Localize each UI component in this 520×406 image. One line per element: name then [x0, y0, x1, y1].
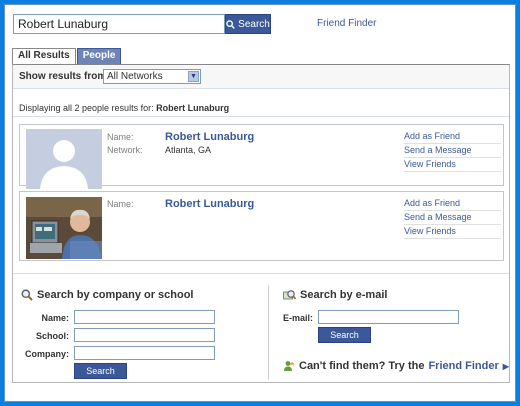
result-actions: Add as Friend Send a Message View Friend… [404, 197, 501, 239]
search-results-panel: Search Friend Finder All Results People … [4, 4, 516, 402]
results-summary-query: Robert Lunaburg [156, 103, 230, 113]
add-friend-link[interactable]: Add as Friend [404, 197, 501, 211]
company-search-title-text: Search by company or school [37, 289, 194, 301]
cant-find-message: Can't find them? Try the Friend Finder ▶ [283, 360, 509, 372]
network-select-value: All Networks [107, 71, 163, 82]
view-friends-link[interactable]: View Friends [404, 225, 501, 239]
vertical-divider [268, 285, 269, 380]
company-search-button-label: Search [86, 366, 115, 376]
results-content: Show results from All Networks ▼ Display… [12, 64, 510, 383]
email-search-title-text: Search by e-mail [300, 289, 388, 301]
result-actions: Add as Friend Send a Message View Friend… [404, 130, 501, 172]
add-friend-link[interactable]: Add as Friend [404, 130, 501, 144]
name-field-label: Name: [41, 313, 69, 323]
magnifier-icon [21, 289, 33, 301]
friend-finder-bottom-link[interactable]: Friend Finder [428, 360, 498, 372]
network-select[interactable]: All Networks ▼ [103, 69, 201, 84]
send-message-link[interactable]: Send a Message [404, 211, 501, 225]
network-value: Atlanta, GA [165, 145, 212, 155]
name-label: Name: [107, 132, 134, 142]
name-label: Name: [107, 199, 134, 209]
chevron-down-icon: ▼ [188, 71, 199, 82]
search-button[interactable]: Search [225, 14, 271, 34]
divider [13, 116, 509, 117]
company-search-button[interactable]: Search [74, 363, 127, 379]
result-fields: Name: Robert Lunaburg [107, 198, 254, 211]
result-card: Name: Robert Lunaburg Network: Atlanta, … [19, 124, 504, 189]
filter-bar: Show results from All Networks ▼ [13, 65, 509, 89]
result-name-link[interactable]: Robert Lunaburg [165, 198, 254, 211]
results-summary: Displaying all 2 people results for: Rob… [19, 103, 229, 113]
email-field-label: E-mail: [282, 313, 313, 323]
name-field[interactable] [74, 310, 215, 324]
view-friends-link[interactable]: View Friends [404, 158, 501, 172]
profile-photo[interactable] [26, 197, 102, 259]
email-search-button[interactable]: Search [318, 327, 371, 343]
email-field[interactable] [318, 310, 459, 324]
divider [13, 273, 509, 274]
company-field-label: Company: [24, 349, 69, 359]
result-card: Name: Robert Lunaburg Add as Friend Send… [19, 191, 504, 261]
email-search-title: Search by e-mail [283, 289, 387, 301]
company-field[interactable] [74, 346, 215, 360]
network-label: Network: [107, 145, 143, 155]
cant-find-prefix: Can't find them? Try the [299, 360, 425, 372]
tab-people[interactable]: People [76, 48, 122, 64]
result-name-link[interactable]: Robert Lunaburg [165, 131, 254, 144]
arrow-right-icon: ▶ [502, 361, 509, 371]
search-button-label: Search [238, 18, 270, 30]
send-message-link[interactable]: Send a Message [404, 144, 501, 158]
filter-label: Show results from [19, 71, 107, 82]
default-avatar-icon[interactable] [26, 129, 102, 189]
email-search-button-label: Search [330, 330, 359, 340]
company-search-title: Search by company or school [21, 289, 194, 301]
email-search-icon [283, 290, 296, 300]
search-input[interactable] [13, 14, 225, 34]
magnifier-icon [226, 19, 236, 29]
result-tabs: All Results People [12, 48, 122, 64]
school-field-label: School: [36, 331, 69, 341]
school-field[interactable] [74, 328, 215, 342]
result-fields: Name: Robert Lunaburg Network: Atlanta, … [107, 131, 254, 157]
friend-finder-link[interactable]: Friend Finder [317, 18, 376, 29]
results-summary-prefix: Displaying all 2 people results for: [19, 103, 154, 113]
add-person-icon [284, 361, 295, 371]
tab-all-results[interactable]: All Results [12, 48, 76, 64]
